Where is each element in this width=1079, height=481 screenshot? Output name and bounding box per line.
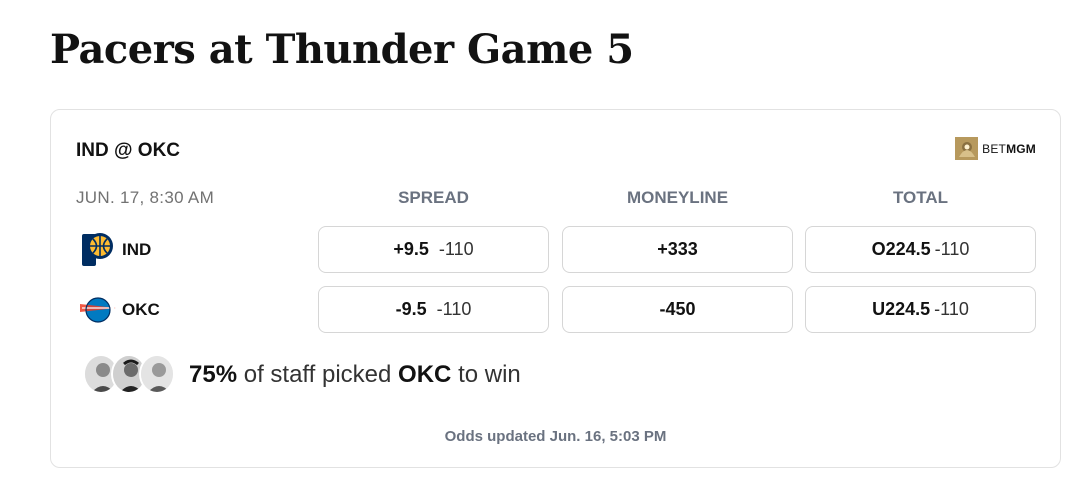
avatar bbox=[139, 354, 175, 394]
total-price: -110 bbox=[934, 299, 969, 319]
staff-pick-percent: 75% bbox=[189, 361, 238, 388]
total-header: TOTAL bbox=[892, 188, 949, 207]
okc-spread-button[interactable]: -9.5 -110 bbox=[318, 286, 549, 333]
total-line: O224.5 bbox=[871, 239, 931, 259]
okc-total-button[interactable]: U224.5 -110 bbox=[805, 286, 1036, 333]
staff-pick-mid: of staff picked bbox=[243, 361, 392, 388]
sponsor-name: MGM bbox=[1006, 141, 1036, 156]
ind-spread-button[interactable]: +9.5 -110 bbox=[318, 226, 549, 273]
matchup-title: IND @ OKC bbox=[76, 140, 181, 161]
team-row-ind: IND bbox=[76, 226, 151, 274]
spread-line: +9.5 bbox=[393, 239, 429, 259]
total-line: U224.5 bbox=[872, 299, 931, 319]
game-datetime: JUN. 17, 8:30 AM bbox=[76, 188, 215, 207]
betmgm-lion-icon bbox=[955, 137, 979, 160]
spread-header: SPREAD bbox=[398, 188, 469, 207]
okc-moneyline-button[interactable]: -450 bbox=[562, 286, 793, 333]
team-row-okc: OKC bbox=[76, 286, 160, 334]
staff-pick-text: 75% of staff picked OKC to win bbox=[189, 361, 521, 389]
pacers-logo-icon bbox=[76, 228, 120, 272]
spread-line: -9.5 bbox=[395, 299, 427, 319]
moneyline-header: MONEYLINE bbox=[626, 188, 729, 207]
staff-pick-team: OKC bbox=[398, 361, 452, 388]
odds-card: IND @ OKC BETMGM JUN. 17, 8:30 AM SPREAD… bbox=[50, 109, 1061, 468]
staff-avatars bbox=[83, 354, 179, 396]
staff-pick: 75% of staff picked OKC to win bbox=[83, 354, 521, 396]
team-abbr: OKC bbox=[122, 300, 160, 319]
moneyline-value: +333 bbox=[657, 239, 698, 259]
spread-price: -110 bbox=[436, 299, 472, 319]
spread-price: -110 bbox=[438, 239, 474, 259]
ind-total-button[interactable]: O224.5 -110 bbox=[805, 226, 1036, 273]
moneyline-value: -450 bbox=[659, 299, 696, 319]
staff-pick-end: to win bbox=[458, 361, 521, 388]
page-title: Pacers at Thunder Game 5 bbox=[50, 26, 634, 73]
betmgm-logo[interactable]: BETMGM bbox=[955, 137, 1036, 160]
team-abbr: IND bbox=[122, 240, 152, 259]
thunder-logo-icon bbox=[76, 288, 120, 332]
ind-moneyline-button[interactable]: +333 bbox=[562, 226, 793, 273]
sponsor-prefix: BET bbox=[982, 141, 1007, 156]
odds-updated: Odds updated Jun. 16, 5:03 PM bbox=[444, 428, 667, 445]
total-price: -110 bbox=[934, 239, 970, 259]
